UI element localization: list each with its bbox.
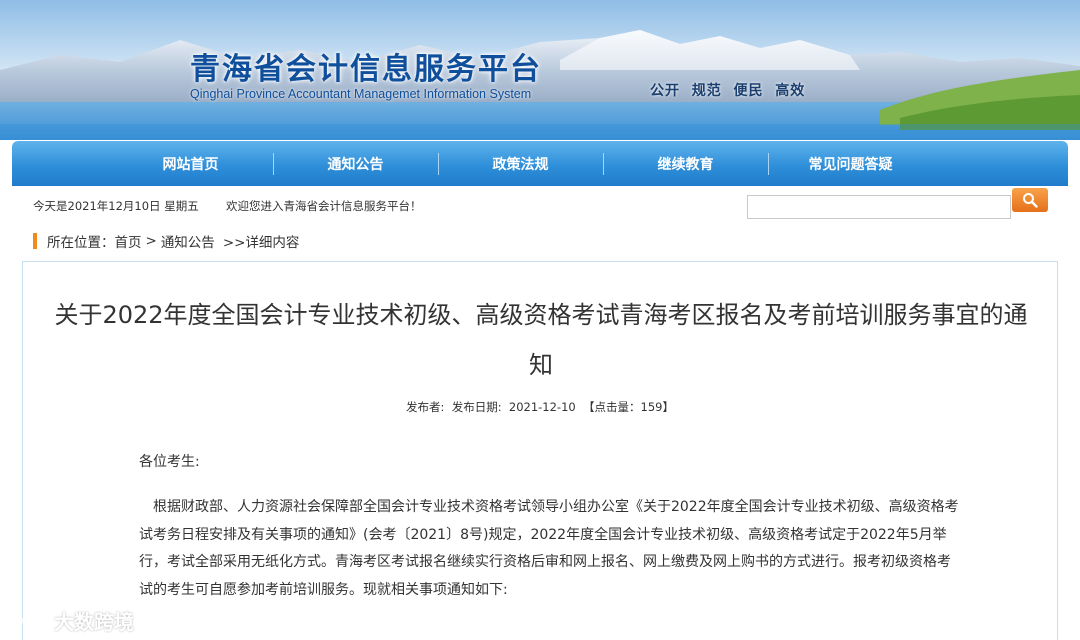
watermark-logo-icon: [11, 612, 45, 627]
breadcrumb: 所在位置： 首页 > 通知公告 >>详细内容: [33, 231, 300, 251]
breadcrumb-marker: [33, 233, 37, 249]
search-button[interactable]: [1012, 188, 1048, 212]
site-slogan: 公开 规范 便民 高效: [650, 83, 806, 99]
magnifier-icon: [1023, 193, 1038, 208]
article-container: 关于2022年度全国会计专业技术初级、高级资格考试青海考区报名及考前培训服务事宜…: [22, 261, 1058, 640]
nav-item-label: 网站首页: [162, 156, 219, 173]
article-paragraph: 根据财政部、人力资源社会保障部全国会计专业技术资格考试领导小组办公室《关于202…: [139, 499, 959, 598]
article-greeting: 各位考生:: [139, 454, 200, 470]
nav-item-education[interactable]: 继续教育: [603, 141, 768, 186]
article-body: 各位考生: 根据财政部、人力资源社会保障部全国会计专业技术资格考试领导小组办公室…: [139, 452, 959, 604]
welcome-message: 欢迎您进入青海省会计信息服务平台！: [226, 199, 422, 213]
breadcrumb-home-link[interactable]: 首页: [115, 231, 142, 251]
article-title: 关于2022年度全国会计专业技术初级、高级资格考试青海考区报名及考前培训服务事宜…: [54, 301, 1028, 379]
nav-item-faq[interactable]: 常见问题答疑: [768, 141, 933, 186]
page: 青海省会计信息服务平台 Qinghai Province Accountant …: [0, 0, 1080, 640]
breadcrumb-prefix: 所在位置：: [47, 235, 115, 251]
watermark: 大数跨境: [10, 606, 134, 635]
nav-item-policies[interactable]: 政策法规: [438, 141, 603, 186]
nav-item-label: 通知公告: [327, 156, 384, 173]
nav-item-label: 继续教育: [657, 156, 714, 173]
breadcrumb-separator: >: [145, 233, 157, 249]
site-subtitle: Qinghai Province Accountant Managemet In…: [190, 87, 532, 101]
main-navigation: 网站首页 通知公告 政策法规 继续教育 常见问题答疑: [12, 141, 1068, 186]
info-bar: 今天是2021年12月10日 星期五 欢迎您进入青海省会计信息服务平台！: [0, 186, 1080, 226]
site-title: 青海省会计信息服务平台: [190, 52, 542, 87]
breadcrumb-current: >>详细内容: [222, 235, 300, 251]
nav-item-notices[interactable]: 通知公告: [273, 141, 438, 186]
nav-item-label: 政策法规: [492, 156, 549, 173]
article-meta: 发布者: 发布日期: 2021-12-10 【点击量：159】: [406, 400, 674, 414]
current-date: 今天是2021年12月10日 星期五: [33, 199, 199, 213]
breadcrumb-section-link[interactable]: 通知公告: [161, 231, 215, 251]
header-banner: 青海省会计信息服务平台 Qinghai Province Accountant …: [0, 0, 1080, 140]
nav-item-label: 常见问题答疑: [808, 156, 893, 173]
nav-item-home[interactable]: 网站首页: [108, 141, 273, 186]
watermark-text: 大数跨境: [54, 610, 134, 634]
search-input[interactable]: [747, 195, 1011, 219]
